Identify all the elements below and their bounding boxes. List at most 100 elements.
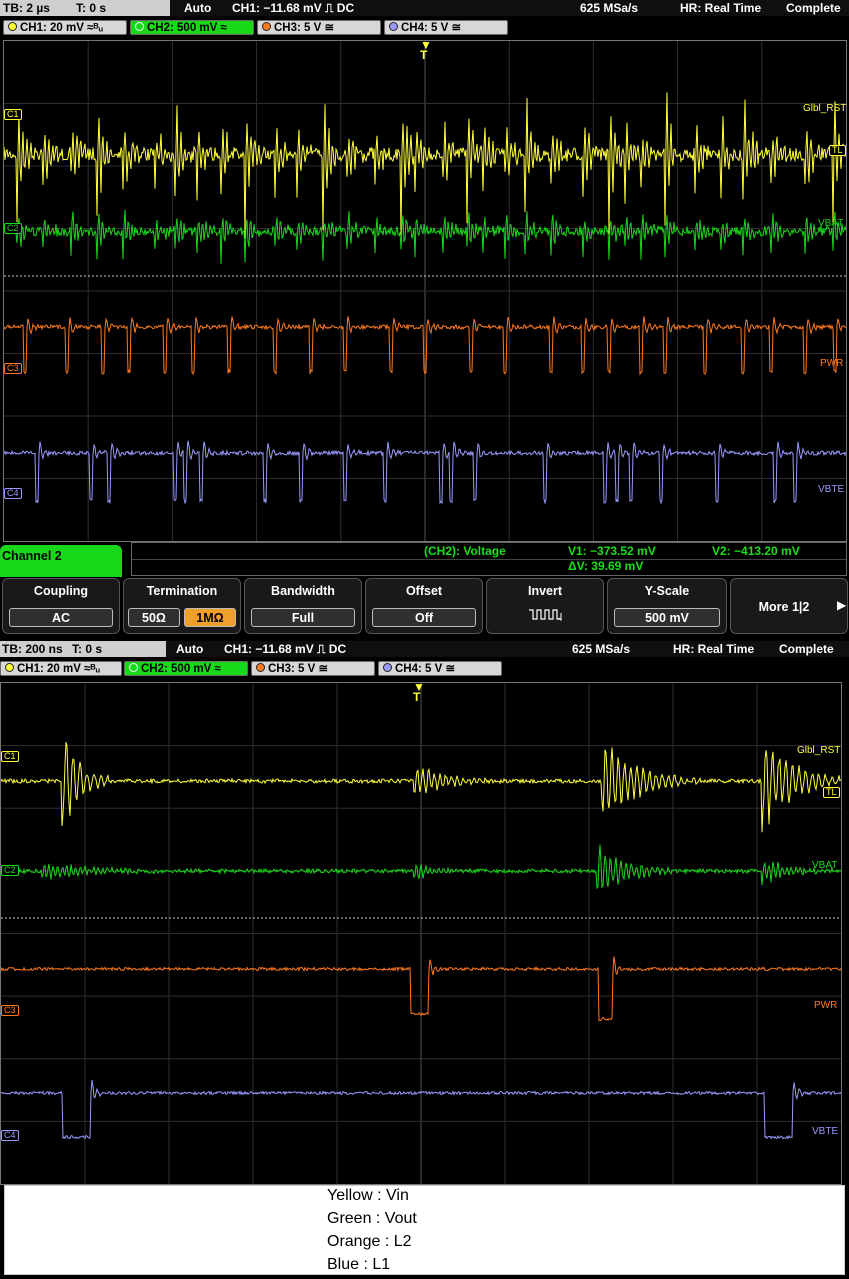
top-tab-ch3-label: CH3: 5 V ≅ [274, 22, 335, 34]
bottom-label-vbte: VBTE [812, 1126, 839, 1137]
softkey-coupling[interactable]: Coupling AC [2, 578, 120, 634]
bandwidth-title: Bandwidth [271, 584, 335, 598]
bottom-ch4-dot-icon [383, 663, 392, 672]
bottom-c3-marker[interactable]: C3 [1, 1005, 19, 1016]
top-status-bar: TB: 2 µs T: 0 s Auto CH1: −11.68 mV ⎍ DC… [0, 0, 849, 16]
bottom-c1-marker[interactable]: C1 [1, 751, 19, 762]
bottom-label-vbat: VBAT [812, 860, 838, 871]
top-waveforms [4, 41, 846, 541]
bottom-timebase-box[interactable]: TB: 200 ns T: 0 s [0, 641, 166, 657]
bottom-trigger-letter: T [413, 690, 421, 704]
bottom-tab-ch4[interactable]: CH4: 5 V ≅ [378, 661, 502, 676]
bottom-waveforms [1, 683, 841, 1184]
top-tab-ch1[interactable]: CH1: 20 mV ≈ᴮᵤ [3, 20, 127, 35]
top-tab-ch4-label: CH4: 5 V ≅ [401, 22, 462, 34]
legend-yellow: Yellow : Vin [327, 1187, 409, 1204]
top-channel-tabs: CH1: 20 mV ≈ᴮᵤ CH2: 500 mV ≈ CH3: 5 V ≅ … [0, 18, 849, 38]
meas-v2: V2: −413.20 mV [712, 544, 800, 558]
top-c4-marker[interactable]: C4 [4, 488, 22, 499]
yscale-title: Y-Scale [644, 584, 690, 598]
termination-50ohm[interactable]: 50Ω [128, 608, 180, 627]
coupling-value[interactable]: AC [9, 608, 113, 627]
top-tab-ch2-label: CH2: 500 mV ≈ [147, 22, 227, 34]
top-trigger-level-tag[interactable]: TL [829, 145, 846, 156]
bottom-tab-ch3[interactable]: CH3: 5 V ≅ [251, 661, 375, 676]
softkey-more[interactable]: More 1|2 ▶ [730, 578, 848, 634]
top-tab-ch1-label: CH1: 20 mV ≈ᴮᵤ [20, 22, 103, 34]
softkey-bandwidth[interactable]: Bandwidth Full [244, 578, 362, 634]
more-title: More 1|2 [758, 600, 810, 614]
coupling-title: Coupling [33, 584, 89, 598]
top-timebase-box[interactable]: TB: 2 µs T: 0 s [0, 0, 170, 16]
invert-waveform-icon [529, 609, 562, 622]
ch2-dot-icon [135, 22, 144, 31]
top-c3-marker[interactable]: C3 [4, 363, 22, 374]
ch1-dot-icon [8, 22, 17, 31]
bottom-tab-ch1-label: CH1: 20 mV ≈ᴮᵤ [17, 663, 100, 675]
bottom-acq-mode[interactable]: Auto [176, 642, 203, 656]
ch3-dot-icon [262, 22, 271, 31]
bottom-status-bar: TB: 200 ns T: 0 s Auto CH1: −11.68 mV ⎍ … [0, 641, 849, 657]
offset-value[interactable]: Off [372, 608, 476, 627]
bottom-timebase: TB: 200 ns [2, 642, 63, 656]
top-hr-mode: HR: Real Time [680, 1, 762, 15]
bottom-tab-ch3-label: CH3: 5 V ≅ [268, 663, 329, 675]
top-tab-ch4[interactable]: CH4: 5 V ≅ [384, 20, 508, 35]
softkey-yscale[interactable]: Y-Scale 500 mV [607, 578, 727, 634]
offset-title: Offset [405, 584, 443, 598]
menu-title[interactable]: Channel 2 [0, 545, 122, 577]
termination-title: Termination [146, 584, 218, 598]
top-timebase: TB: 2 µs [3, 1, 50, 15]
top-label-pwr: PWR [820, 358, 844, 369]
bottom-hr-mode: HR: Real Time [673, 642, 755, 656]
bottom-c2-marker[interactable]: C2 [1, 865, 19, 876]
meas-dv: ΔV: 39.69 mV [568, 559, 644, 573]
bottom-trigger-setting[interactable]: CH1: −11.68 mV ⎍ DC [224, 642, 346, 657]
meas-v1: V1: −373.52 mV [568, 544, 656, 558]
invert-title: Invert [527, 584, 563, 598]
bottom-waveform-area[interactable] [0, 682, 842, 1185]
top-trigger-time: T: 0 s [76, 1, 107, 15]
bandwidth-value[interactable]: Full [251, 608, 355, 627]
yscale-value[interactable]: 500 mV [614, 608, 720, 627]
softkey-termination[interactable]: Termination 50Ω 1MΩ [123, 578, 241, 634]
meas-label: (CH2): Voltage [424, 544, 506, 558]
bottom-ch3-dot-icon [256, 663, 265, 672]
top-tab-ch2[interactable]: CH2: 500 mV ≈ [130, 20, 254, 35]
top-trigger-letter: T [420, 48, 428, 62]
bottom-tab-ch2[interactable]: CH2: 500 mV ≈ [124, 661, 248, 676]
termination-1mohm[interactable]: 1MΩ [184, 608, 236, 627]
top-label-glbl-rst: Glbl_RST [803, 103, 847, 114]
measurement-panel: (CH2): Voltage V1: −373.52 mV V2: −413.2… [131, 542, 847, 576]
legend-orange: Orange : L2 [327, 1233, 412, 1250]
bottom-label-pwr: PWR [814, 1000, 838, 1011]
legend-box: Yellow : Vin Green : Vout Orange : L2 Bl… [4, 1185, 845, 1275]
softkey-offset[interactable]: Offset Off [365, 578, 483, 634]
bottom-acq-state: Complete [779, 642, 834, 656]
legend-green: Green : Vout [327, 1210, 417, 1227]
softkey-invert[interactable]: Invert [486, 578, 604, 634]
top-trigger-setting[interactable]: CH1: −11.68 mV ⎍ DC [232, 1, 354, 16]
bottom-trigger-marker[interactable]: ▼ T [413, 681, 425, 704]
bottom-channel-tabs: CH1: 20 mV ≈ᴮᵤ CH2: 500 mV ≈ CH3: 5 V ≅ … [0, 659, 849, 679]
top-tab-ch3[interactable]: CH3: 5 V ≅ [257, 20, 381, 35]
top-c1-marker[interactable]: C1 [4, 109, 22, 120]
bottom-c4-marker[interactable]: C4 [1, 1130, 19, 1141]
bottom-sample-rate: 625 MSa/s [572, 642, 631, 656]
legend-blue: Blue : L1 [327, 1256, 391, 1273]
ch4-dot-icon [389, 22, 398, 31]
measurement-divider [132, 559, 846, 560]
top-acq-state: Complete [786, 1, 841, 15]
more-arrow-icon: ▶ [837, 598, 847, 612]
top-acq-mode[interactable]: Auto [184, 1, 211, 15]
top-waveform-area[interactable] [3, 40, 847, 542]
top-trigger-marker[interactable]: ▼ T [420, 39, 432, 62]
top-label-vbte: VBTE [818, 484, 845, 495]
bottom-tab-ch2-label: CH2: 500 mV ≈ [141, 663, 221, 675]
top-c2-marker[interactable]: C2 [4, 223, 22, 234]
bottom-trigger-level-tag[interactable]: TL [823, 787, 840, 798]
bottom-tab-ch1[interactable]: CH1: 20 mV ≈ᴮᵤ [0, 661, 122, 676]
bottom-tab-ch4-label: CH4: 5 V ≅ [395, 663, 456, 675]
top-label-vbat: VBAT [818, 218, 844, 229]
bottom-ch2-dot-icon [129, 663, 138, 672]
